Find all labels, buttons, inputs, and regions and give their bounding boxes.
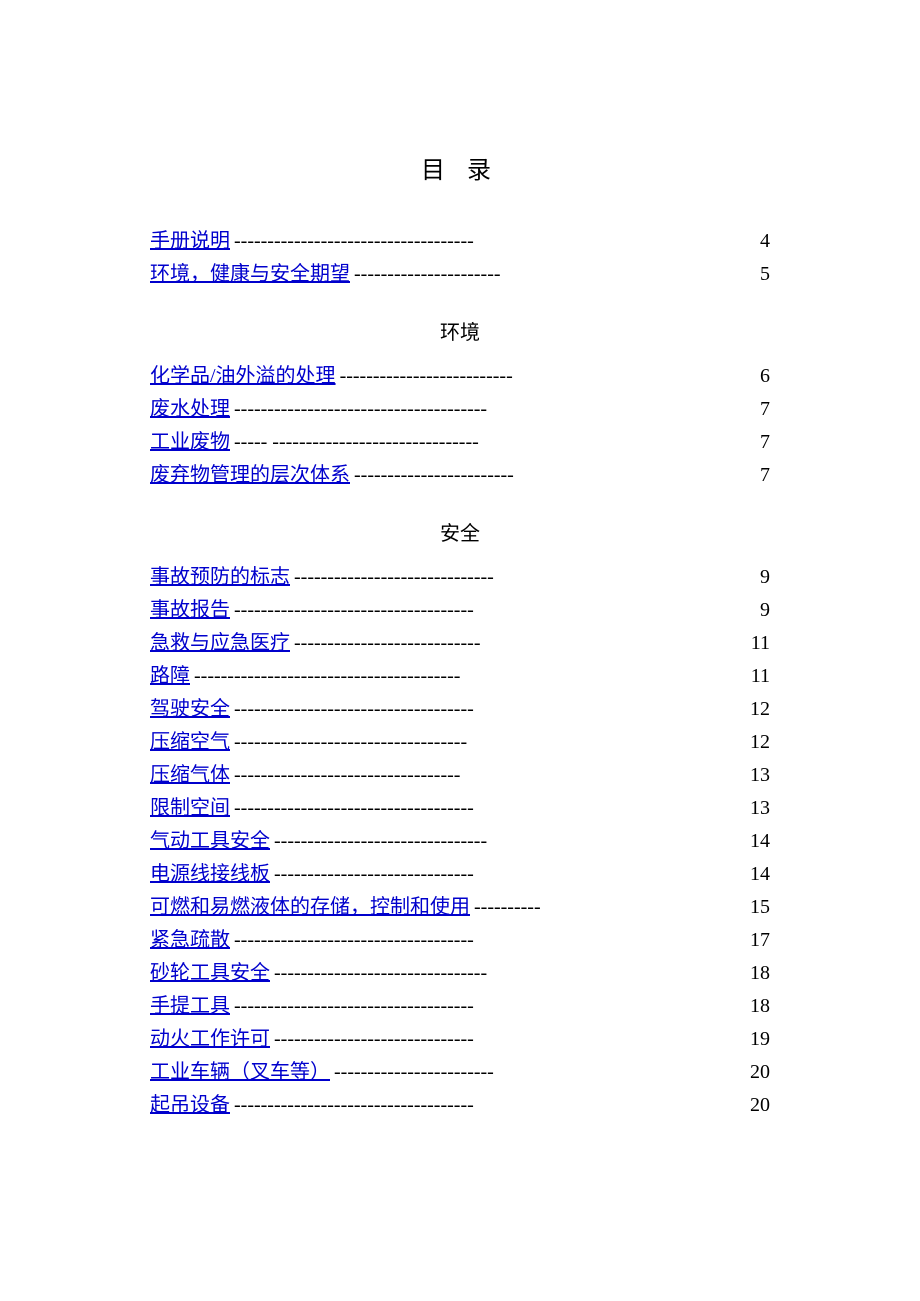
toc-page-number: 7 bbox=[760, 426, 770, 459]
toc-leader: ----------------------------------- bbox=[230, 726, 750, 759]
toc-row: 事故预防的标志 ------------------------------9 bbox=[150, 561, 770, 594]
toc-leader: ------------------------------------ bbox=[230, 792, 750, 825]
toc-row: 可燃和易燃液体的存储，控制和使用 ----------15 bbox=[150, 891, 770, 924]
toc-link[interactable]: 手册说明 bbox=[150, 225, 230, 258]
toc-page-number: 14 bbox=[750, 858, 770, 891]
toc-link[interactable]: 限制空间 bbox=[150, 792, 230, 825]
toc-leader: -------------------------------- bbox=[270, 957, 750, 990]
toc-row: 工业废物----- ------------------------------… bbox=[150, 426, 770, 459]
toc-link[interactable]: 电源线接线板 bbox=[150, 858, 270, 891]
toc-page-number: 14 bbox=[750, 825, 770, 858]
toc-page-number: 18 bbox=[750, 957, 770, 990]
toc-row: 急救与应急医疗 ----------------------------11 bbox=[150, 627, 770, 660]
toc-leader: -------------------------- bbox=[336, 360, 760, 393]
toc-link[interactable]: 紧急疏散 bbox=[150, 924, 230, 957]
toc-link[interactable]: 驾驶安全 bbox=[150, 693, 230, 726]
toc-leader: ------------------------------------ bbox=[230, 594, 760, 627]
toc-leader: ------------------------ bbox=[350, 459, 760, 492]
toc-page-number: 13 bbox=[750, 759, 770, 792]
toc-row: 动火工作许可 ------------------------------19 bbox=[150, 1023, 770, 1056]
toc-page-number: 11 bbox=[751, 627, 770, 660]
toc-leader: -------------------------------------- bbox=[230, 393, 760, 426]
toc-page-number: 12 bbox=[750, 693, 770, 726]
toc-row: 砂轮工具安全 --------------------------------1… bbox=[150, 957, 770, 990]
toc-page-number: 15 bbox=[750, 891, 770, 924]
toc-leader: ------------------------------------ bbox=[230, 924, 750, 957]
toc-page-number: 5 bbox=[760, 258, 770, 291]
toc-leader: ------------------------------------ bbox=[230, 990, 750, 1023]
toc-row: 限制空间 -----------------------------------… bbox=[150, 792, 770, 825]
toc-leader: ---------- bbox=[470, 891, 750, 924]
document-page: 目 录 手册说明 -------------------------------… bbox=[0, 0, 920, 1182]
toc-row: 路障 -------------------------------------… bbox=[150, 660, 770, 693]
toc-row: 事故报告 -----------------------------------… bbox=[150, 594, 770, 627]
toc-leader: ------------------------ bbox=[330, 1056, 750, 1089]
toc-page-number: 7 bbox=[760, 459, 770, 492]
toc-row: 紧急疏散 -----------------------------------… bbox=[150, 924, 770, 957]
toc-leader: ------------------------------------ bbox=[230, 1089, 750, 1122]
toc-row: 手册说明 -----------------------------------… bbox=[150, 225, 770, 258]
toc-link[interactable]: 可燃和易燃液体的存储，控制和使用 bbox=[150, 891, 470, 924]
toc-leader: ---------------------------- bbox=[290, 627, 751, 660]
toc-link[interactable]: 事故报告 bbox=[150, 594, 230, 627]
toc-leader: ------------------------------ bbox=[290, 561, 760, 594]
toc-link[interactable]: 急救与应急医疗 bbox=[150, 627, 290, 660]
toc-link[interactable]: 手提工具 bbox=[150, 990, 230, 1023]
toc-page-number: 4 bbox=[760, 225, 770, 258]
toc-link[interactable]: 压缩气体 bbox=[150, 759, 230, 792]
toc-page-number: 13 bbox=[750, 792, 770, 825]
toc-row: 压缩空气 -----------------------------------… bbox=[150, 726, 770, 759]
toc-page-number: 20 bbox=[750, 1089, 770, 1122]
toc-leader: -------------------------------- bbox=[270, 825, 750, 858]
section-heading: 安全 bbox=[150, 517, 770, 546]
toc-link[interactable]: 化学品/油外溢的处理 bbox=[150, 360, 336, 393]
toc-link[interactable]: 废水处理 bbox=[150, 393, 230, 426]
toc-link[interactable]: 事故预防的标志 bbox=[150, 561, 290, 594]
toc-link[interactable]: 气动工具安全 bbox=[150, 825, 270, 858]
toc-row: 驾驶安全 -----------------------------------… bbox=[150, 693, 770, 726]
toc-row: 废水处理------------------------------------… bbox=[150, 393, 770, 426]
toc-leader: ------------------------------ bbox=[270, 1023, 750, 1056]
toc-leader: ------------------------------ bbox=[270, 858, 750, 891]
toc-row: 气动工具安全 --------------------------------1… bbox=[150, 825, 770, 858]
toc-link[interactable]: 压缩空气 bbox=[150, 726, 230, 759]
toc-link[interactable]: 工业车辆（叉车等） bbox=[150, 1056, 330, 1089]
toc-row: 压缩气体 ----------------------------------1… bbox=[150, 759, 770, 792]
toc-page-number: 11 bbox=[751, 660, 770, 693]
toc-leader: ---------------------------------------- bbox=[190, 660, 751, 693]
toc-link[interactable]: 起吊设备 bbox=[150, 1089, 230, 1122]
toc-leader: ------------------------------------ bbox=[230, 225, 760, 258]
toc-page-number: 7 bbox=[760, 393, 770, 426]
toc-page-number: 19 bbox=[750, 1023, 770, 1056]
toc-leader: ---------------------------------- bbox=[230, 759, 750, 792]
toc-row: 废弃物管理的层次体系 ------------------------7 bbox=[150, 459, 770, 492]
toc-link[interactable]: 砂轮工具安全 bbox=[150, 957, 270, 990]
toc-container: 手册说明 -----------------------------------… bbox=[150, 225, 770, 1122]
toc-page-number: 6 bbox=[760, 360, 770, 393]
toc-page-number: 9 bbox=[760, 594, 770, 627]
toc-leader: ----- ------------------------------- bbox=[230, 426, 760, 459]
toc-page-number: 20 bbox=[750, 1056, 770, 1089]
toc-page-number: 18 bbox=[750, 990, 770, 1023]
toc-link[interactable]: 工业废物 bbox=[150, 426, 230, 459]
toc-page-number: 12 bbox=[750, 726, 770, 759]
toc-leader: ---------------------- bbox=[350, 258, 760, 291]
section-heading: 环境 bbox=[150, 316, 770, 345]
toc-row: 电源线接线板 ------------------------------14 bbox=[150, 858, 770, 891]
toc-link[interactable]: 路障 bbox=[150, 660, 190, 693]
toc-title: 目 录 bbox=[150, 150, 770, 185]
toc-link[interactable]: 废弃物管理的层次体系 bbox=[150, 459, 350, 492]
toc-page-number: 17 bbox=[750, 924, 770, 957]
toc-row: 环境，健康与安全期望 ----------------------5 bbox=[150, 258, 770, 291]
toc-row: 工业车辆（叉车等） ------------------------20 bbox=[150, 1056, 770, 1089]
toc-link[interactable]: 环境，健康与安全期望 bbox=[150, 258, 350, 291]
toc-row: 起吊设备 -----------------------------------… bbox=[150, 1089, 770, 1122]
toc-row: 手提工具 -----------------------------------… bbox=[150, 990, 770, 1023]
toc-leader: ------------------------------------ bbox=[230, 693, 750, 726]
toc-page-number: 9 bbox=[760, 561, 770, 594]
toc-row: 化学品/油外溢的处理--------------------------6 bbox=[150, 360, 770, 393]
toc-link[interactable]: 动火工作许可 bbox=[150, 1023, 270, 1056]
